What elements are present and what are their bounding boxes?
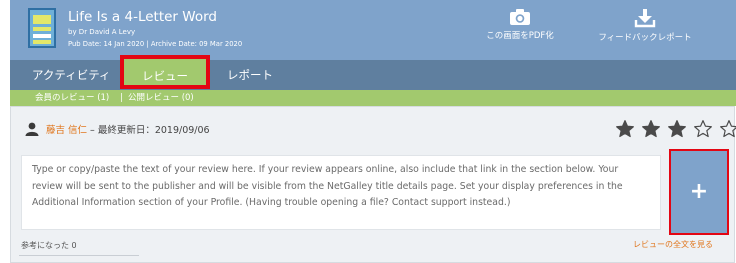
subtab-member-reviews[interactable]: 会員のレビュー (1) xyxy=(35,90,109,106)
pdf-export-button[interactable]: この画面をPDF化 xyxy=(465,8,575,41)
helpful-count[interactable]: 参考になった 0 xyxy=(21,240,77,251)
main-tabs: アクティビティ レビュー レポート xyxy=(10,55,736,90)
reviewer-name[interactable]: 藤吉 信仁 xyxy=(46,125,87,136)
add-review-button[interactable]: + xyxy=(669,149,729,235)
tab-report[interactable]: レポート xyxy=(222,60,278,90)
review-text-area[interactable]: Type or copy/paste the text of your revi… xyxy=(21,155,661,230)
tab-activity[interactable]: アクティビティ xyxy=(32,60,111,90)
star-outline-icon xyxy=(693,119,714,140)
feedback-report-label: フィードバックレポート xyxy=(598,33,692,43)
book-header: Life Is a 4-Letter Word by Dr David A Le… xyxy=(10,0,736,60)
camera-icon xyxy=(465,8,575,26)
star-outline-icon xyxy=(719,119,736,140)
download-icon xyxy=(590,8,700,28)
star-icon xyxy=(641,119,662,140)
subtab-public-reviews[interactable]: 公開レビュー (0) xyxy=(128,90,194,106)
star-rating[interactable] xyxy=(615,119,736,144)
user-icon xyxy=(25,121,39,140)
subtab-separator: | xyxy=(120,93,123,103)
last-updated: – 最終更新日：2019/09/06 xyxy=(87,125,210,136)
feedback-report-button[interactable]: フィードバックレポート xyxy=(590,8,700,43)
divider xyxy=(19,255,139,256)
book-dates: Pub Date: 14 Jan 2020 | Archive Date: 09… xyxy=(68,40,243,48)
reviewer-line: 藤吉 信仁 – 最終更新日：2019/09/06 xyxy=(46,122,210,136)
star-icon xyxy=(667,119,688,140)
star-icon xyxy=(615,119,636,140)
book-author: by Dr David A Levy xyxy=(68,28,136,36)
book-cover[interactable] xyxy=(28,8,56,48)
view-full-review-link[interactable]: レビューの全文を見る xyxy=(633,239,713,250)
review-card: 藤吉 信仁 – 最終更新日：2019/09/06 Type or copy/pa… xyxy=(10,106,736,263)
book-title: Life Is a 4-Letter Word xyxy=(68,9,217,25)
tab-review[interactable]: レビュー xyxy=(120,55,210,89)
pdf-export-label: この画面をPDF化 xyxy=(486,31,554,41)
review-subtabs: 会員のレビュー (1) | 公開レビュー (0) xyxy=(10,90,736,106)
